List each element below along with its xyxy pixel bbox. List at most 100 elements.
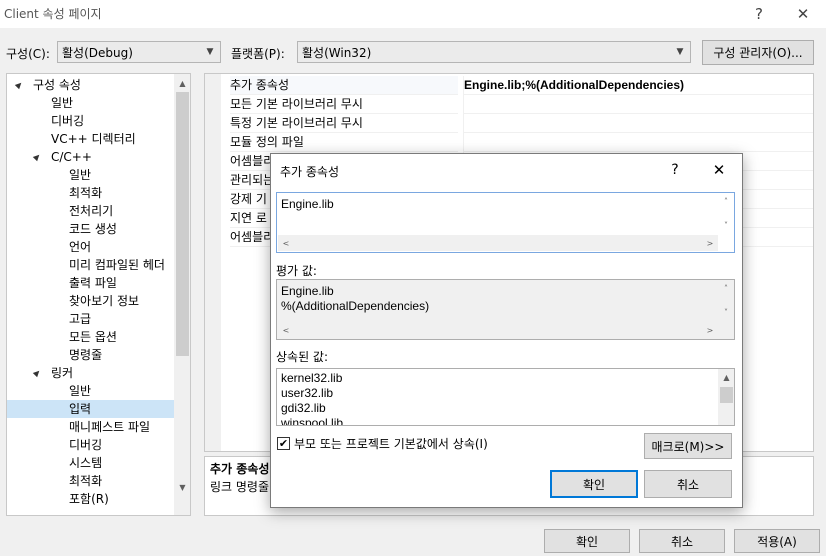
dialog-cancel-button[interactable]: 취소: [644, 470, 732, 498]
tree-item-label: 포함(R): [69, 492, 109, 506]
tree-item[interactable]: ▲ 링커: [7, 364, 174, 382]
tree-item-label: 미리 컴파일된 헤더: [69, 258, 165, 272]
eval-label: 평가 값:: [276, 264, 317, 278]
macro-button[interactable]: 매크로(M)>>: [644, 433, 732, 459]
tree-item[interactable]: 디버깅: [7, 436, 174, 454]
tree-item-label: 모든 옵션: [69, 330, 117, 344]
expand-toggle-icon[interactable]: ▲: [11, 76, 28, 93]
config-select[interactable]: 활성(Debug) ▼: [57, 41, 221, 63]
help-button[interactable]: ?: [736, 0, 782, 28]
platform-select[interactable]: 활성(Win32) ▼: [297, 41, 691, 63]
tree-item[interactable]: 디버깅: [7, 112, 174, 130]
tree-item-label: 최적화: [69, 474, 103, 488]
inherit-checkbox-label: 부모 또는 프로젝트 기본값에서 상속(I): [294, 437, 488, 451]
dialog-close-button[interactable]: ✕: [697, 154, 741, 186]
property-name: 모든 기본 라이브러리 무시: [230, 95, 458, 114]
config-value: 활성(Debug): [62, 45, 133, 60]
tree-item-label: 고급: [69, 312, 92, 326]
property-name: 추가 종속성: [230, 76, 458, 95]
scroll-down-icon[interactable]: ▼: [174, 480, 190, 494]
inherited-label: 상속된 값:: [276, 350, 329, 364]
tree-item[interactable]: 명령줄: [7, 346, 174, 364]
tree-item-label: 시스템: [69, 456, 103, 470]
tree-item[interactable]: 언어: [7, 238, 174, 256]
platform-label: 플랫폼(P):: [231, 47, 285, 61]
dependencies-input[interactable]: Engine.lib ˄ ˅ < >: [276, 192, 735, 253]
additional-dependencies-dialog: 추가 종속성 ? ✕ Engine.lib ˄ ˅ < > 평가 값: Engi…: [270, 153, 743, 508]
property-row[interactable]: 모듈 정의 파일: [221, 133, 813, 152]
property-value[interactable]: [463, 133, 813, 152]
dialog-help-button[interactable]: ?: [653, 154, 697, 186]
tree-item-label: 구성 속성: [33, 78, 81, 92]
tree-item[interactable]: 최적화: [7, 184, 174, 202]
scroll-left-icon[interactable]: <: [280, 324, 292, 336]
description-text: 링크 명령줄: [210, 480, 270, 494]
scroll-down-icon[interactable]: ˅: [719, 306, 733, 318]
tree-item-label: 최적화: [69, 186, 103, 200]
inherit-checkbox-row[interactable]: ✔ 부모 또는 프로젝트 기본값에서 상속(I): [277, 435, 488, 452]
tree-item[interactable]: 전처리기: [7, 202, 174, 220]
inherited-scrollbar[interactable]: ▲: [718, 369, 734, 425]
inherited-value-text: kernel32.lib user32.lib gdi32.lib winspo…: [281, 371, 344, 426]
expand-toggle-icon[interactable]: ▲: [29, 364, 46, 381]
config-manager-button[interactable]: 구성 관리자(O)...: [702, 40, 814, 65]
scroll-thumb[interactable]: [176, 92, 189, 356]
dialog-ok-button[interactable]: 확인: [550, 470, 638, 498]
tree-item-label: 코드 생성: [69, 222, 117, 236]
tree-item[interactable]: 매니페스트 파일: [7, 418, 174, 436]
property-value[interactable]: [463, 95, 813, 114]
tree-scrollbar[interactable]: ▲ ▼: [174, 74, 190, 515]
property-tree: ▲ 구성 속성 일반 디버깅 VC++ 디렉터리 ▲ C/C++ 일반 최적화 전처리기 코드 생성…: [6, 73, 191, 516]
ok-button[interactable]: 확인: [544, 529, 630, 553]
inherit-checkbox[interactable]: ✔: [277, 437, 290, 450]
tree-item[interactable]: ▲ C/C++: [7, 148, 174, 166]
tree-item[interactable]: VC++ 디렉터리: [7, 130, 174, 148]
cancel-button[interactable]: 취소: [639, 529, 725, 553]
property-value[interactable]: Engine.lib;%(AdditionalDependencies): [463, 76, 813, 95]
scroll-up-icon[interactable]: ˄: [719, 195, 733, 207]
title-bar: Client 속성 페이지 ? ✕: [0, 0, 826, 28]
property-row[interactable]: 모든 기본 라이브러리 무시: [221, 95, 813, 114]
close-button[interactable]: ✕: [780, 0, 826, 28]
property-name: 모듈 정의 파일: [230, 133, 458, 152]
scroll-right-icon[interactable]: >: [704, 324, 716, 336]
tree-item-label: 디버깅: [51, 114, 85, 128]
tree-item[interactable]: 고급: [7, 310, 174, 328]
tree-item[interactable]: 찾아보기 정보: [7, 292, 174, 310]
tree-list: ▲ 구성 속성 일반 디버깅 VC++ 디렉터리 ▲ C/C++ 일반 최적화 전처리기 코드 생성…: [7, 74, 175, 515]
property-value[interactable]: [463, 114, 813, 133]
apply-button[interactable]: 적용(A): [734, 529, 820, 553]
tree-item[interactable]: 모든 옵션: [7, 328, 174, 346]
tree-item[interactable]: 일반: [7, 166, 174, 184]
tree-item[interactable]: 일반: [7, 94, 174, 112]
property-row[interactable]: 추가 종속성 Engine.lib;%(AdditionalDependencie…: [221, 76, 813, 95]
tree-item[interactable]: 출력 파일: [7, 274, 174, 292]
scroll-left-icon[interactable]: <: [280, 237, 292, 249]
scroll-up-icon[interactable]: ˄: [719, 282, 733, 294]
tree-item-label: 링커: [51, 366, 74, 380]
tree-item[interactable]: 최적화: [7, 472, 174, 490]
tree-item[interactable]: 입력: [7, 400, 174, 418]
expand-toggle-icon[interactable]: ▲: [29, 148, 46, 165]
tree-item[interactable]: 시스템: [7, 454, 174, 472]
scroll-down-icon[interactable]: ˅: [719, 219, 733, 231]
tree-item[interactable]: 일반: [7, 382, 174, 400]
eval-value-box: Engine.lib %(AdditionalDependencies) ˄ ˅…: [276, 279, 735, 340]
inherited-value-list: kernel32.lib user32.lib gdi32.lib winspo…: [276, 368, 735, 426]
description-title: 추가 종속성: [210, 462, 270, 476]
scroll-thumb[interactable]: [720, 387, 733, 403]
eval-value-text: Engine.lib %(AdditionalDependencies): [281, 284, 430, 313]
tree-item[interactable]: ▲ 구성 속성: [7, 76, 174, 94]
tree-item-label: 일반: [69, 168, 92, 182]
scroll-up-icon[interactable]: ▲: [718, 371, 734, 383]
chevron-down-icon: ▼: [206, 47, 214, 57]
property-row[interactable]: 특정 기본 라이브러리 무시: [221, 114, 813, 133]
tree-item-label: 입력: [69, 402, 92, 416]
scroll-up-icon[interactable]: ▲: [174, 76, 190, 90]
tree-item[interactable]: 포함(R): [7, 490, 174, 508]
tree-item[interactable]: 미리 컴파일된 헤더: [7, 256, 174, 274]
tree-item[interactable]: 코드 생성: [7, 220, 174, 238]
scroll-right-icon[interactable]: >: [704, 237, 716, 249]
tree-item-label: 언어: [69, 240, 92, 254]
horizontal-scrollbar[interactable]: < >: [278, 235, 718, 251]
